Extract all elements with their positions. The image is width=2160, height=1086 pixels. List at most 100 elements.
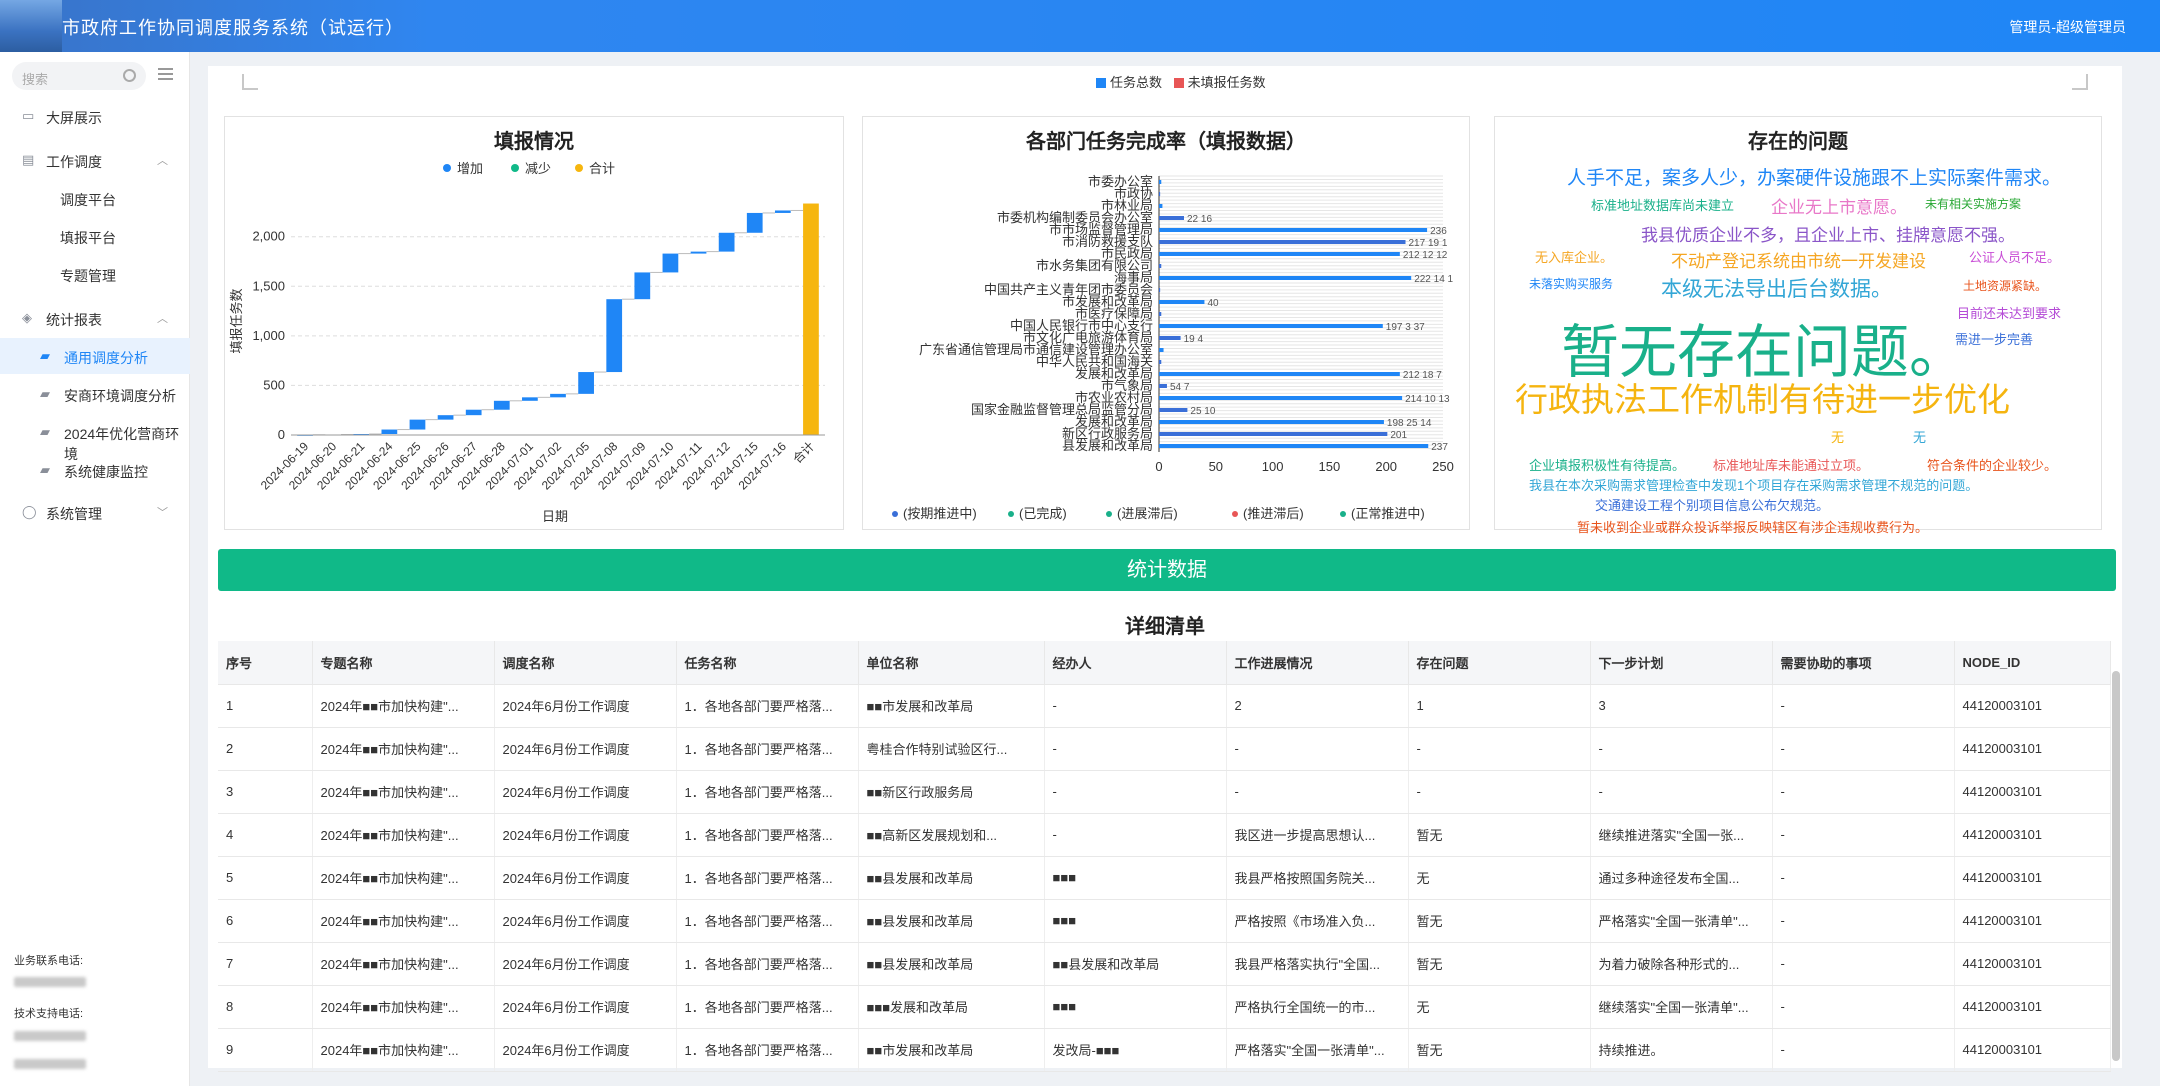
column-header[interactable]: 存在问题	[1408, 641, 1591, 685]
chevron-down-icon: ﹀	[157, 507, 168, 519]
sidebar-item-general-analysis[interactable]: ▰ 通用调度分析	[0, 338, 190, 374]
legend-marker	[1008, 511, 1014, 517]
tech-phone-value	[14, 1030, 86, 1042]
sidebar-item-business-analysis[interactable]: ▰ 安商环境调度分析	[0, 376, 190, 412]
table-row[interactable]: 7 2024年■■市加快构建"... 2024年6月份工作调度 1．各地各部门要严格落…	[218, 942, 2111, 986]
sidebar-item-dispatch-platform[interactable]: 调度平台	[0, 180, 190, 216]
table-cell: ■■新区行政服务局	[858, 770, 1045, 814]
table-cell: 1．各地各部门要严格落...	[676, 813, 859, 857]
table-cell: 44120003101	[1954, 813, 2111, 857]
x-tick-label: 200	[1375, 459, 1397, 474]
search-icon[interactable]	[123, 69, 136, 82]
sidebar-item-topic-manage[interactable]: 专题管理	[0, 256, 190, 292]
increase-bar	[634, 272, 651, 300]
data-label: 236	[1430, 226, 1447, 237]
table-cell: -	[1044, 727, 1227, 771]
word-cloud-item: 无	[1831, 430, 1845, 445]
table-cell: -	[1408, 727, 1591, 771]
business-phone-value	[14, 976, 86, 988]
data-label: 54 7	[1170, 382, 1190, 393]
word-cloud-item: 本级无法导出后台数据。	[1661, 278, 1892, 301]
data-label: 40	[1207, 298, 1219, 309]
table-cell: 1．各地各部门要严格落...	[676, 985, 859, 1029]
column-header[interactable]: 工作进展情况	[1226, 641, 1409, 685]
table-cell: 暂无	[1408, 942, 1591, 986]
table-row[interactable]: 5 2024年■■市加快构建"... 2024年6月份工作调度 1．各地各部门要严格落…	[218, 856, 2111, 900]
table-cell: ■■■	[1044, 856, 1227, 900]
menu-toggle-icon[interactable]	[158, 68, 173, 80]
table-cell: 粤桂合作特别试验区行...	[858, 727, 1045, 771]
table-row[interactable]: 6 2024年■■市加快构建"... 2024年6月份工作调度 1．各地各部门要严格落…	[218, 899, 2111, 943]
table-cell: 44120003101	[1954, 727, 2111, 771]
sidebar-item-system[interactable]: ◯ 系统管理 ﹀	[0, 494, 190, 530]
sidebar-item-health[interactable]: ▰ 系统健康监控	[0, 452, 190, 488]
sidebar-item-label: 安商环境调度分析	[64, 388, 176, 404]
issues-panel: 存在的问题 人手不足，案多人少，办案硬件设施跟不上实际案件需求。 标准地址数据库尚…	[1494, 116, 2102, 535]
column-header[interactable]: 专题名称	[312, 641, 495, 685]
word-cloud-item: 我县优质企业不多，且企业上市、挂牌意愿不强。	[1641, 226, 2015, 245]
table-row[interactable]: 3 2024年■■市加快构建"... 2024年6月份工作调度 1．各地各部门要严格落…	[218, 770, 2111, 814]
table-row[interactable]: 2 2024年■■市加快构建"... 2024年6月份工作调度 1．各地各部门要严格落…	[218, 727, 2111, 771]
sidebar-item-2024-env[interactable]: ▰ 2024年优化营商环境	[0, 414, 190, 462]
dept-bar	[1159, 276, 1412, 280]
column-header[interactable]: 下一步计划	[1590, 641, 1773, 685]
table-cell: 2024年6月份工作调度	[494, 899, 677, 943]
word-cloud-item: 企业填报积极性有待提高。	[1529, 458, 1686, 473]
column-header[interactable]: 调度名称	[494, 641, 677, 685]
increase-bar	[409, 419, 426, 430]
word-cloud-item: 未有相关实施方案	[1925, 197, 2022, 211]
table-cell: ■■县发展和改革局	[858, 856, 1045, 900]
sidebar-item-fill-platform[interactable]: 填报平台	[0, 218, 190, 254]
legend-label: (正常推进中)	[1351, 506, 1425, 521]
search-input[interactable]: 搜索	[12, 62, 146, 90]
dept-bar	[1159, 264, 1162, 268]
detail-title: 详细清单	[1125, 616, 1205, 638]
column-header[interactable]: NODE_ID	[1954, 641, 2111, 685]
sidebar-item-label: 专题管理	[60, 268, 116, 284]
table-cell: 8	[218, 985, 313, 1029]
table-row[interactable]: 9 2024年■■市加快构建"... 2024年6月份工作调度 1．各地各部门要严格落…	[218, 1028, 2111, 1072]
data-label: 22 16	[1187, 214, 1212, 225]
sidebar-item-reports[interactable]: ◈ 统计报表 ︿	[0, 300, 190, 336]
legend-marker	[1232, 511, 1238, 517]
sidebar-item-label: 工作调度	[46, 154, 102, 170]
increase-bar	[662, 253, 679, 273]
table-scrollbar[interactable]	[2112, 671, 2120, 1061]
waterfall-chart: 增加 减少 合计05001,0001,5002,000填报任务数日期2024-06-…	[229, 161, 825, 524]
legend-swatch-unfilled	[1173, 78, 1184, 88]
table-cell: 2	[218, 727, 313, 771]
x-tick-label: 50	[1209, 459, 1223, 474]
column-header[interactable]: 单位名称	[858, 641, 1045, 685]
table-cell: ■■县发展和改革局	[858, 899, 1045, 943]
column-header[interactable]: 需要协助的事项	[1772, 641, 1955, 685]
table-row[interactable]: 1 2024年■■市加快构建"... 2024年6月份工作调度 1．各地各部门要严格落…	[218, 684, 2111, 728]
sidebar-item-label: 统计报表	[46, 312, 102, 328]
user-menu[interactable]: 管理员-超级管理员	[2009, 17, 2126, 37]
column-header[interactable]: 序号	[218, 641, 313, 685]
briefcase-icon: ▰	[40, 348, 50, 363]
sidebar-item-screen[interactable]: ▭ 大屏展示	[0, 98, 190, 134]
sidebar-item-dispatch[interactable]: ▤ 工作调度 ︿	[0, 142, 190, 178]
increase-bar	[465, 409, 482, 416]
table-cell: -	[1772, 899, 1955, 943]
column-header[interactable]: 经办人	[1044, 641, 1227, 685]
increase-bar	[718, 232, 735, 252]
stats-data-button[interactable]: 统计数据	[218, 549, 2116, 591]
table-cell: ■■市发展和改革局	[858, 684, 1045, 728]
dept-bar	[1159, 240, 1406, 244]
dept-bar-chart: 0 50 100 150 200 250市委办公室市政协市林业局市委机构编制委员会办公室 2…	[892, 174, 1454, 521]
table-cell: 2024年6月份工作调度	[494, 985, 677, 1029]
table-cell: ■■县发展和改革局	[858, 942, 1045, 986]
table-cell: 44120003101	[1954, 985, 2111, 1029]
table-cell: -	[1226, 727, 1409, 771]
table-cell: 1	[218, 684, 313, 728]
column-header[interactable]: 任务名称	[676, 641, 859, 685]
word-cloud-item: 我县在本次采购需求管理检查中发现1个项目存在采购需求管理不规范的问题。	[1529, 478, 1979, 493]
table-cell: 继续推进落实"全国一张...	[1590, 813, 1773, 857]
monitor-icon: ▭	[22, 108, 35, 123]
table-row[interactable]: 4 2024年■■市加快构建"... 2024年6月份工作调度 1．各地各部门要严格落…	[218, 813, 2111, 857]
stack-icon: ◈	[22, 310, 32, 325]
table-cell: 1．各地各部门要严格落...	[676, 727, 859, 771]
dept-bar	[1159, 384, 1167, 388]
table-row[interactable]: 8 2024年■■市加快构建"... 2024年6月份工作调度 1．各地各部门要严格落…	[218, 985, 2111, 1029]
